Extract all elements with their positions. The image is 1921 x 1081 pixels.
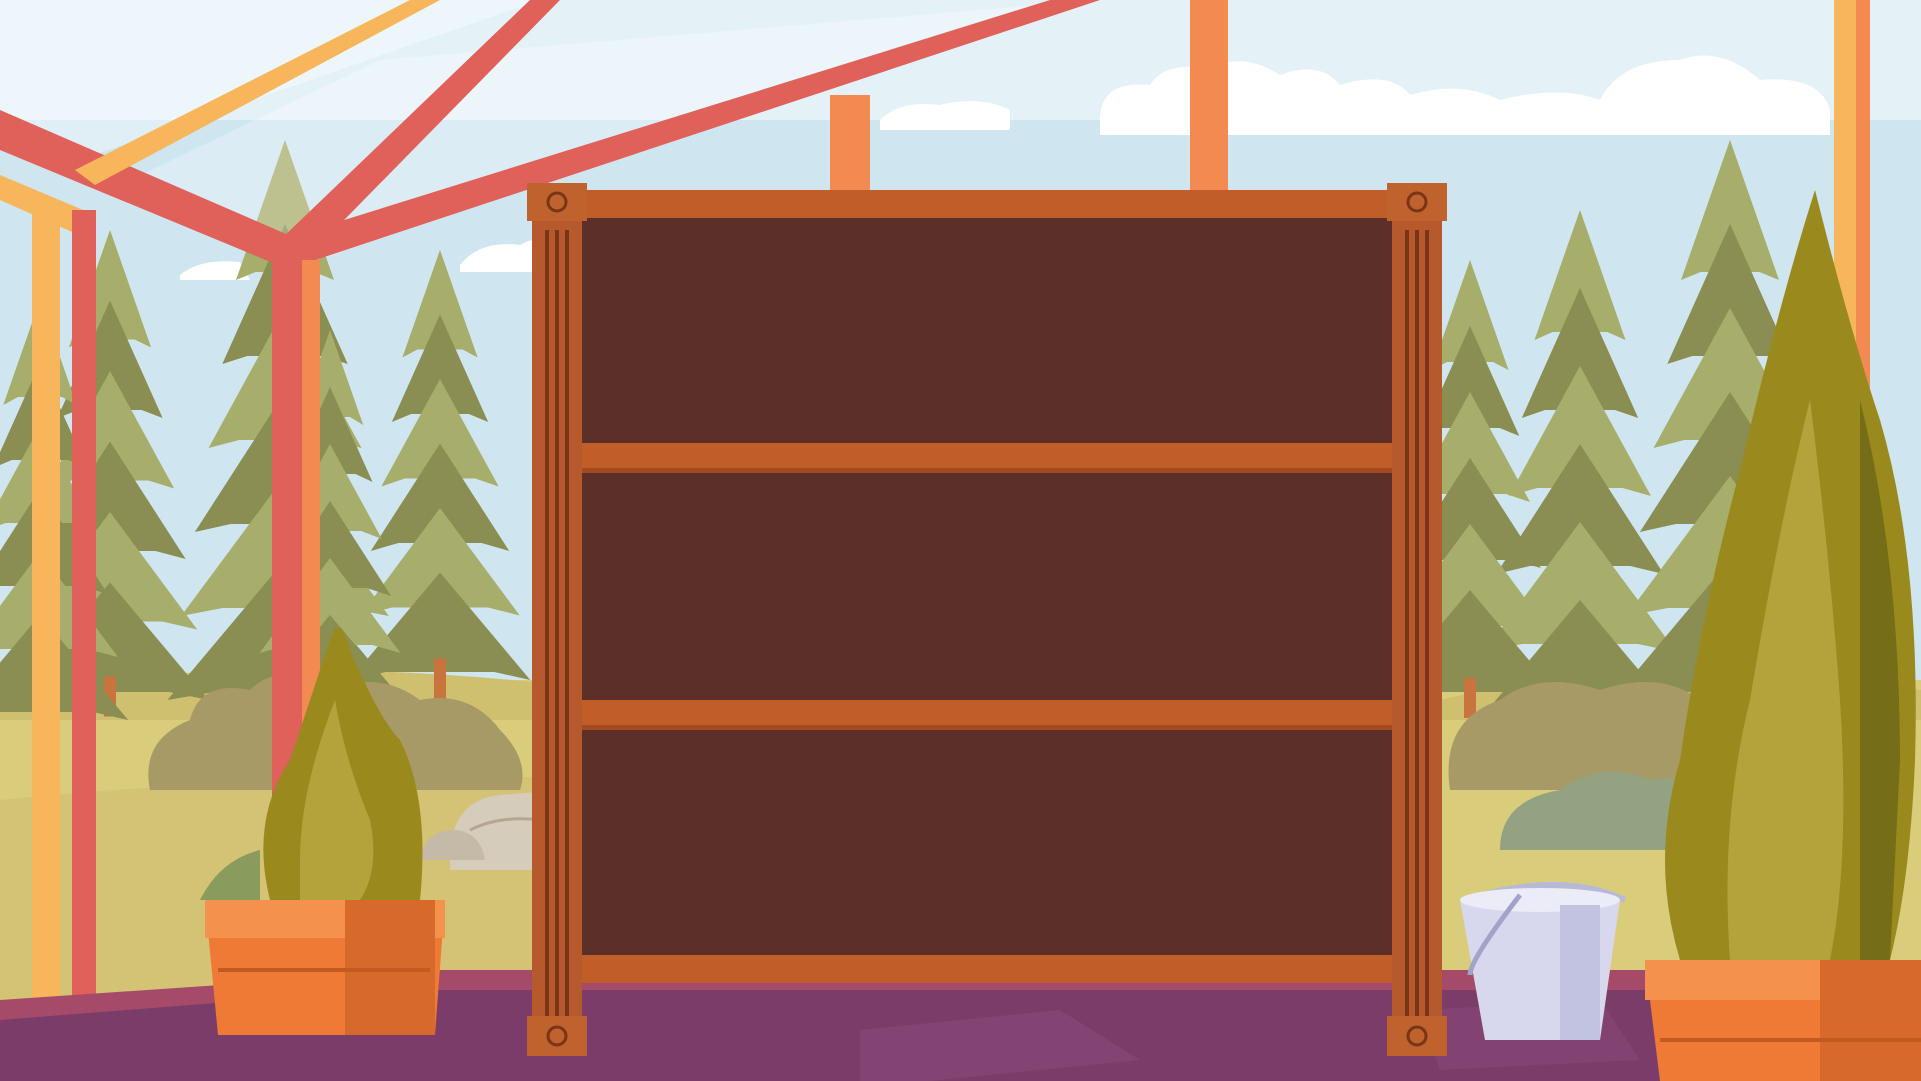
pine-trunk bbox=[434, 658, 446, 699]
metal-bucket bbox=[1460, 882, 1627, 1040]
greenhouse-scene bbox=[0, 0, 1921, 1081]
right-pillar bbox=[1387, 183, 1447, 1056]
bottom-shelf-panel[interactable] bbox=[582, 730, 1392, 955]
pine-trunk bbox=[1464, 678, 1476, 718]
top-shelf-panel[interactable] bbox=[582, 218, 1392, 443]
middle-shelf-panel[interactable] bbox=[582, 473, 1392, 700]
left-pillar bbox=[527, 183, 587, 1056]
shelf-unit bbox=[527, 183, 1447, 1056]
